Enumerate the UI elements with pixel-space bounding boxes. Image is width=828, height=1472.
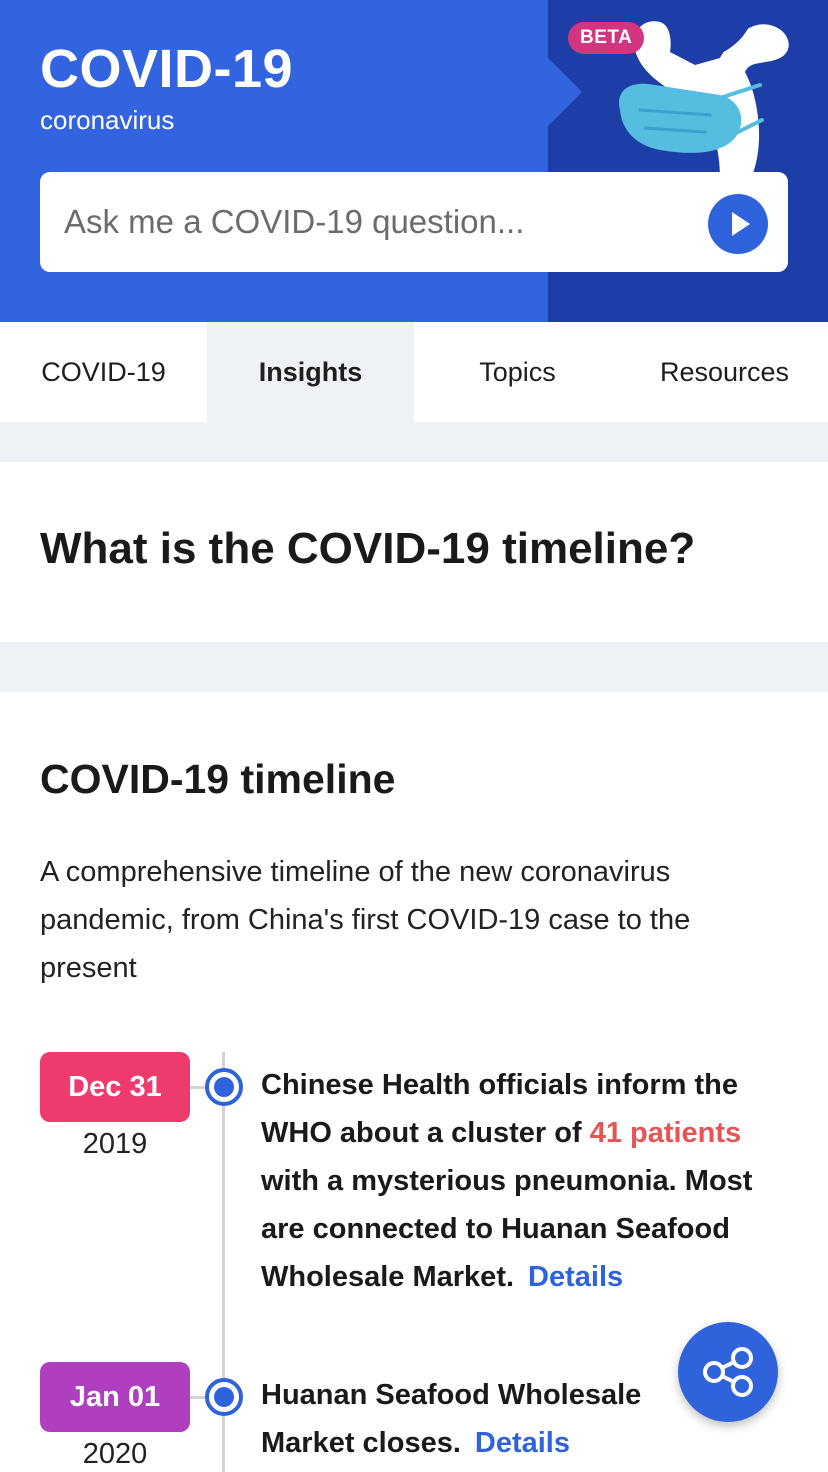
timeline-connector (190, 1396, 206, 1399)
search-submit-button[interactable] (708, 194, 768, 254)
tab-topics[interactable]: Topics (414, 322, 621, 422)
header-notch (548, 58, 582, 126)
timeline-connector (190, 1086, 206, 1089)
event-date-badge: Jan 01 (40, 1362, 190, 1432)
app-subtitle: coronavirus (40, 105, 175, 135)
event-text: Huanan Seafood Wholesale Market closes. (261, 1379, 642, 1459)
timeline-description: A comprehensive timeline of the new coro… (40, 856, 691, 984)
timeline-dot-icon (205, 1068, 243, 1106)
tab-insights[interactable]: Insights (207, 322, 414, 422)
event-highlight: 41 patients (589, 1117, 742, 1149)
tab-bar: COVID-19 Insights Topics Resources (0, 322, 828, 422)
details-link[interactable]: Details (475, 1427, 570, 1459)
timeline-event-text: Chinese Health officials inform the WHO … (261, 1061, 786, 1301)
share-icon (703, 1347, 753, 1397)
beta-badge: BETA (568, 22, 645, 54)
app-header: COVID-19 coronavirus BETA (0, 0, 828, 322)
search-input[interactable] (64, 198, 684, 246)
event-text-continued: with a mysterious pneumonia. Most are co… (261, 1165, 753, 1293)
timeline-title: COVID-19 timeline (40, 756, 396, 802)
question-card: What is the COVID-19 timeline? (0, 462, 828, 642)
event-year: 2019 (82, 1128, 148, 1160)
search-box (40, 172, 788, 272)
event-year: 2020 (82, 1438, 148, 1470)
question-heading: What is the COVID-19 timeline? (40, 524, 696, 573)
tab-covid-19[interactable]: COVID-19 (0, 322, 207, 422)
timeline-dot-icon (205, 1378, 243, 1416)
play-arrow-icon (732, 212, 750, 236)
details-link[interactable]: Details (528, 1261, 623, 1293)
event-date-badge: Dec 31 (40, 1052, 190, 1122)
timeline-event-text: Huanan Seafood Wholesale Market closes. D… (261, 1371, 681, 1467)
tab-resources[interactable]: Resources (621, 322, 828, 422)
share-button[interactable] (678, 1322, 778, 1422)
app-title: COVID-19 (40, 39, 294, 99)
